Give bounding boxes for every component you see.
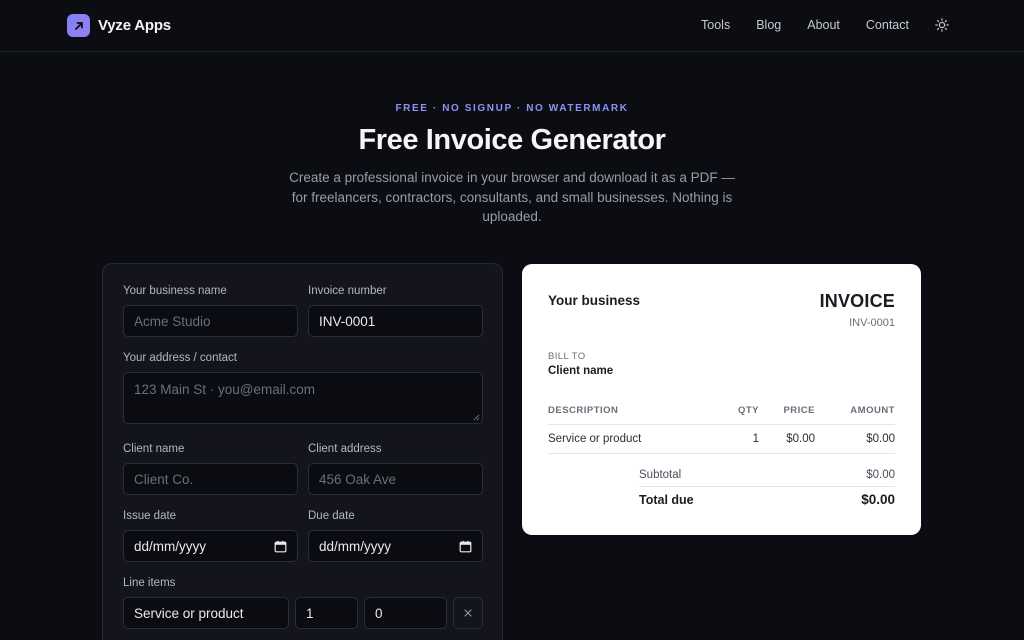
client-address-input[interactable]: 456 Oak Ave (308, 463, 483, 495)
site-header: Vyze Apps Tools Blog About Contact (0, 0, 1024, 52)
client-name-label: Client name (123, 443, 185, 455)
line-item-qty-input[interactable]: 1 (295, 597, 358, 629)
close-icon (464, 609, 472, 617)
preview-invoice-heading: INVOICE (819, 291, 895, 311)
nav-tools[interactable]: Tools (701, 18, 730, 32)
total-due-value: $0.00 (861, 492, 895, 507)
table-header-divider (548, 424, 895, 425)
invoice-number-input[interactable]: INV-0001 (308, 305, 483, 337)
line-item-description-input[interactable]: Service or product (123, 597, 289, 629)
subtotal-label: Subtotal (639, 469, 682, 481)
brand-logo[interactable]: Vyze Apps (67, 14, 171, 37)
issue-date-label: Issue date (123, 510, 177, 522)
row-qty: 1 (752, 433, 759, 445)
row-amount: $0.00 (866, 433, 895, 445)
nav-blog[interactable]: Blog (756, 18, 781, 32)
business-name-label: Your business name (123, 285, 227, 297)
business-name-input[interactable]: Acme Studio (123, 305, 298, 337)
column-qty: QTY (737, 405, 759, 416)
total-due-label: Total due (639, 493, 694, 507)
line-items-label: Line items (123, 577, 176, 589)
nav-about[interactable]: About (807, 18, 840, 32)
column-amount: AMOUNT (850, 405, 895, 416)
row-description: Service or product (548, 433, 642, 445)
due-date-value: dd/mm/yyyy (319, 538, 392, 554)
address-label: Your address / contact (123, 352, 238, 364)
preview-bill-to-label: BILL TO (548, 351, 586, 362)
calendar-icon[interactable] (274, 540, 287, 553)
issue-date-value: dd/mm/yyyy (134, 538, 207, 554)
address-placeholder: 123 Main St · you@email.com (134, 382, 316, 397)
row-price: $0.00 (786, 433, 815, 445)
subtotal-value: $0.00 (866, 469, 895, 481)
calendar-icon[interactable] (459, 540, 472, 553)
column-description: DESCRIPTION (548, 405, 619, 416)
preview-client-name: Client name (548, 365, 614, 377)
due-date-input[interactable]: dd/mm/yyyy (308, 530, 483, 562)
hero-eyebrow: FREE · NO SIGNUP · NO WATERMARK (395, 103, 629, 114)
invoice-number-label: Invoice number (308, 285, 387, 297)
total-divider (639, 486, 895, 487)
issue-date-input[interactable]: dd/mm/yyyy (123, 530, 298, 562)
nav-contact[interactable]: Contact (866, 18, 909, 32)
resize-handle-icon[interactable] (473, 414, 480, 421)
due-date-label: Due date (308, 510, 355, 522)
line-item-price-input[interactable]: 0 (364, 597, 447, 629)
invoice-preview: Your business INVOICE INV-0001 BILL TO C… (522, 264, 921, 535)
client-name-input[interactable]: Client Co. (123, 463, 298, 495)
address-textarea[interactable]: 123 Main St · you@email.com (123, 372, 483, 424)
sun-icon[interactable] (934, 17, 950, 33)
hero-subtitle: Create a professional invoice in your br… (289, 170, 735, 224)
preview-invoice-number: INV-0001 (849, 317, 895, 329)
logo-arrow-icon (67, 14, 90, 37)
column-price: PRICE (783, 405, 815, 416)
invoice-form: Your business name Acme Studio Invoice n… (102, 263, 503, 640)
table-row-divider (548, 453, 895, 454)
brand-name: Vyze Apps (98, 17, 171, 34)
preview-business-name: Your business (548, 293, 641, 308)
remove-line-item-button[interactable] (453, 597, 483, 629)
client-address-label: Client address (308, 443, 382, 455)
main-nav: Tools Blog About Contact (701, 17, 950, 33)
page-title: Free Invoice Generator (358, 124, 666, 156)
